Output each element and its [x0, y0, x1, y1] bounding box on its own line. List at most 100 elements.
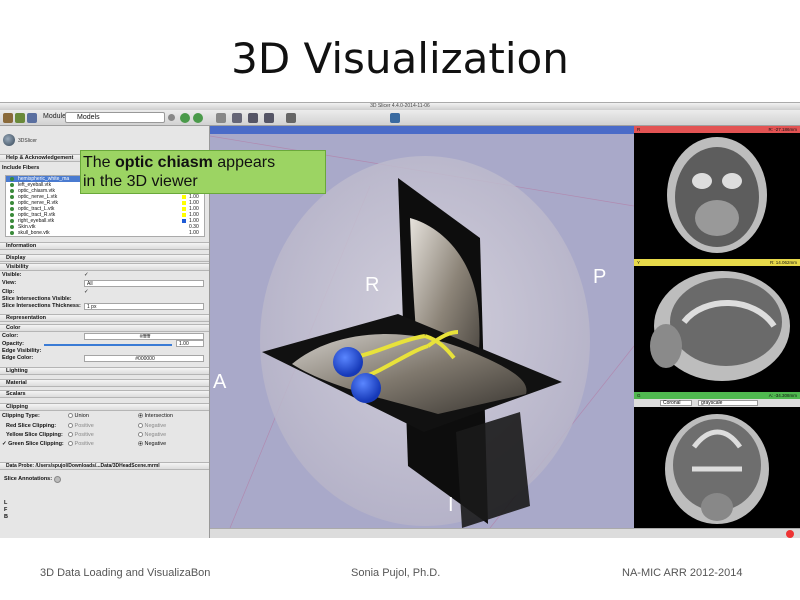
visible-label: Visible:	[2, 272, 22, 278]
clip-label: Clip:	[2, 289, 15, 295]
information-section-header[interactable]: Information	[0, 242, 209, 250]
layout-icon[interactable]	[232, 113, 242, 123]
load-data-icon[interactable]	[3, 113, 13, 123]
window-title: 3D Slicer 4.4.0-2014-11-06	[0, 103, 800, 110]
color-picker[interactable]: #ffffff	[84, 333, 204, 340]
model-color-swatch[interactable]	[182, 207, 186, 211]
view-icon[interactable]	[248, 113, 258, 123]
footer-center: Sonia Pujol, Ph.D.	[351, 567, 441, 579]
footer-left: 3D Data Loading and VisualizaBon	[40, 567, 211, 579]
probe-letter-l: L	[4, 500, 8, 506]
python-icon[interactable]	[390, 113, 400, 123]
representation-section-header[interactable]: Representation	[0, 314, 209, 322]
union-radio[interactable]: Union	[68, 413, 89, 420]
forward-icon[interactable]	[193, 113, 203, 123]
view-select[interactable]: All	[84, 280, 204, 287]
intersection-radio[interactable]: Intersection	[138, 413, 173, 420]
yellow-positive-radio[interactable]: Positive	[68, 432, 94, 439]
yellow-negative-radio[interactable]: Negative	[138, 432, 166, 439]
eye-icon[interactable]	[10, 195, 14, 199]
opacity-slider[interactable]	[44, 344, 172, 346]
callout-bold: optic chiasm	[115, 154, 213, 171]
clipping-section-header[interactable]: Clipping	[0, 403, 209, 411]
callout-text-2: appears	[212, 154, 276, 171]
green-negative-radio[interactable]: Negative	[138, 441, 166, 448]
dcm-icon[interactable]	[15, 113, 25, 123]
screenshot-icon[interactable]	[264, 113, 274, 123]
eye-icon[interactable]	[10, 231, 14, 235]
slide: 3D Visualization 3D Slicer 4.4.0-2014-11…	[0, 0, 800, 600]
view-label: View:	[2, 280, 17, 286]
eye-icon[interactable]	[10, 201, 14, 205]
modules-select[interactable]: Models	[65, 112, 165, 123]
model-color-swatch[interactable]	[182, 195, 186, 199]
model-name: skull_bone.vtk	[18, 230, 50, 236]
logo-text: 3DSlicer	[18, 138, 37, 144]
visible-checkbox[interactable]: ✓	[84, 272, 89, 279]
red-slice-readout: R: -27.186mm	[768, 127, 797, 132]
opacity-label: Opacity:	[2, 341, 25, 347]
red-slice-id: R	[637, 127, 641, 132]
yellow-slice-id: Y	[637, 260, 641, 265]
display-section-header[interactable]: Display	[0, 254, 209, 262]
slicer-logo	[3, 134, 15, 146]
edge-color-picker[interactable]: #000000	[84, 355, 204, 362]
slice-thickness-label: Slice Intersections Thickness:	[2, 303, 81, 309]
right-eyeball	[351, 373, 381, 403]
eye-icon[interactable]	[10, 219, 14, 223]
orientation-select[interactable]: Coronal	[660, 400, 692, 406]
red-slice-view[interactable]	[634, 133, 800, 258]
green-slice-bar[interactable]: G A: -34.308mm	[634, 392, 800, 399]
color-label: Color:	[2, 333, 19, 339]
slice-annotations-button[interactable]	[54, 476, 61, 483]
opacity-value[interactable]: 1.00	[176, 340, 204, 347]
back-icon[interactable]	[180, 113, 190, 123]
orientation-label-p: P	[593, 266, 607, 288]
edge-visibility-label: Edge Visibility:	[2, 348, 42, 354]
clipping-type-label: Clipping Type:	[2, 413, 40, 419]
lighting-section-header[interactable]: Lighting	[0, 367, 209, 375]
probe-letter-b: B	[4, 514, 8, 520]
scalars-section-header[interactable]: Scalars	[0, 390, 209, 398]
mouse-mode-icon[interactable]	[216, 113, 226, 123]
volume-select[interactable]: grayscale	[698, 400, 758, 406]
search-module-icon[interactable]	[168, 114, 175, 121]
model-color-swatch[interactable]	[182, 201, 186, 205]
main-toolbar: Modules: Models	[0, 110, 800, 126]
model-color-swatch[interactable]	[182, 225, 186, 229]
slice-thickness-select[interactable]: 1 px	[84, 303, 204, 310]
eye-icon[interactable]	[10, 207, 14, 211]
model-color-swatch[interactable]	[182, 231, 186, 235]
orientation-label-a: A	[213, 371, 227, 393]
visibility-section-header[interactable]: Visibility	[0, 263, 209, 271]
material-section-header[interactable]: Material	[0, 379, 209, 387]
green-positive-radio[interactable]: Positive	[68, 441, 94, 448]
red-negative-radio[interactable]: Negative	[138, 423, 166, 430]
eye-icon[interactable]	[10, 177, 14, 181]
yellow-slice-bar[interactable]: Y R: 14.062mm	[634, 259, 800, 266]
data-probe-header[interactable]: Data Probe: /Users/spujol/Downloads/...D…	[0, 462, 209, 470]
color-section-header[interactable]: Color	[0, 324, 209, 332]
red-positive-radio[interactable]: Positive	[68, 423, 94, 430]
callout-text-1: The	[83, 154, 116, 171]
error-log-icon[interactable]	[786, 530, 794, 538]
clip-checkbox[interactable]: ✓	[84, 289, 89, 296]
eye-icon[interactable]	[10, 213, 14, 217]
orientation-label-r: R	[365, 274, 380, 296]
model-row[interactable]: skull_bone.vtk 1.00	[6, 230, 204, 236]
slice-annotations-label: Slice Annotations:	[4, 476, 53, 482]
save-icon[interactable]	[27, 113, 37, 123]
left-eyeball	[333, 347, 363, 377]
eye-icon[interactable]	[10, 189, 14, 193]
model-color-swatch[interactable]	[182, 213, 186, 217]
slice-intersections-label: Slice Intersections Visible:	[2, 296, 72, 302]
slice-views: R R: -27.186mm Y R: 14.062mm G A: -34.30…	[634, 126, 800, 528]
eye-icon[interactable]	[10, 225, 14, 229]
green-slice-view[interactable]	[634, 407, 800, 528]
edge-color-label: Edge Color:	[2, 355, 34, 361]
red-slice-bar[interactable]: R R: -27.186mm	[634, 126, 800, 133]
crosshair-icon[interactable]	[286, 113, 296, 123]
yellow-slice-view[interactable]	[634, 266, 800, 391]
eye-icon[interactable]	[10, 183, 14, 187]
model-color-swatch[interactable]	[182, 219, 186, 223]
